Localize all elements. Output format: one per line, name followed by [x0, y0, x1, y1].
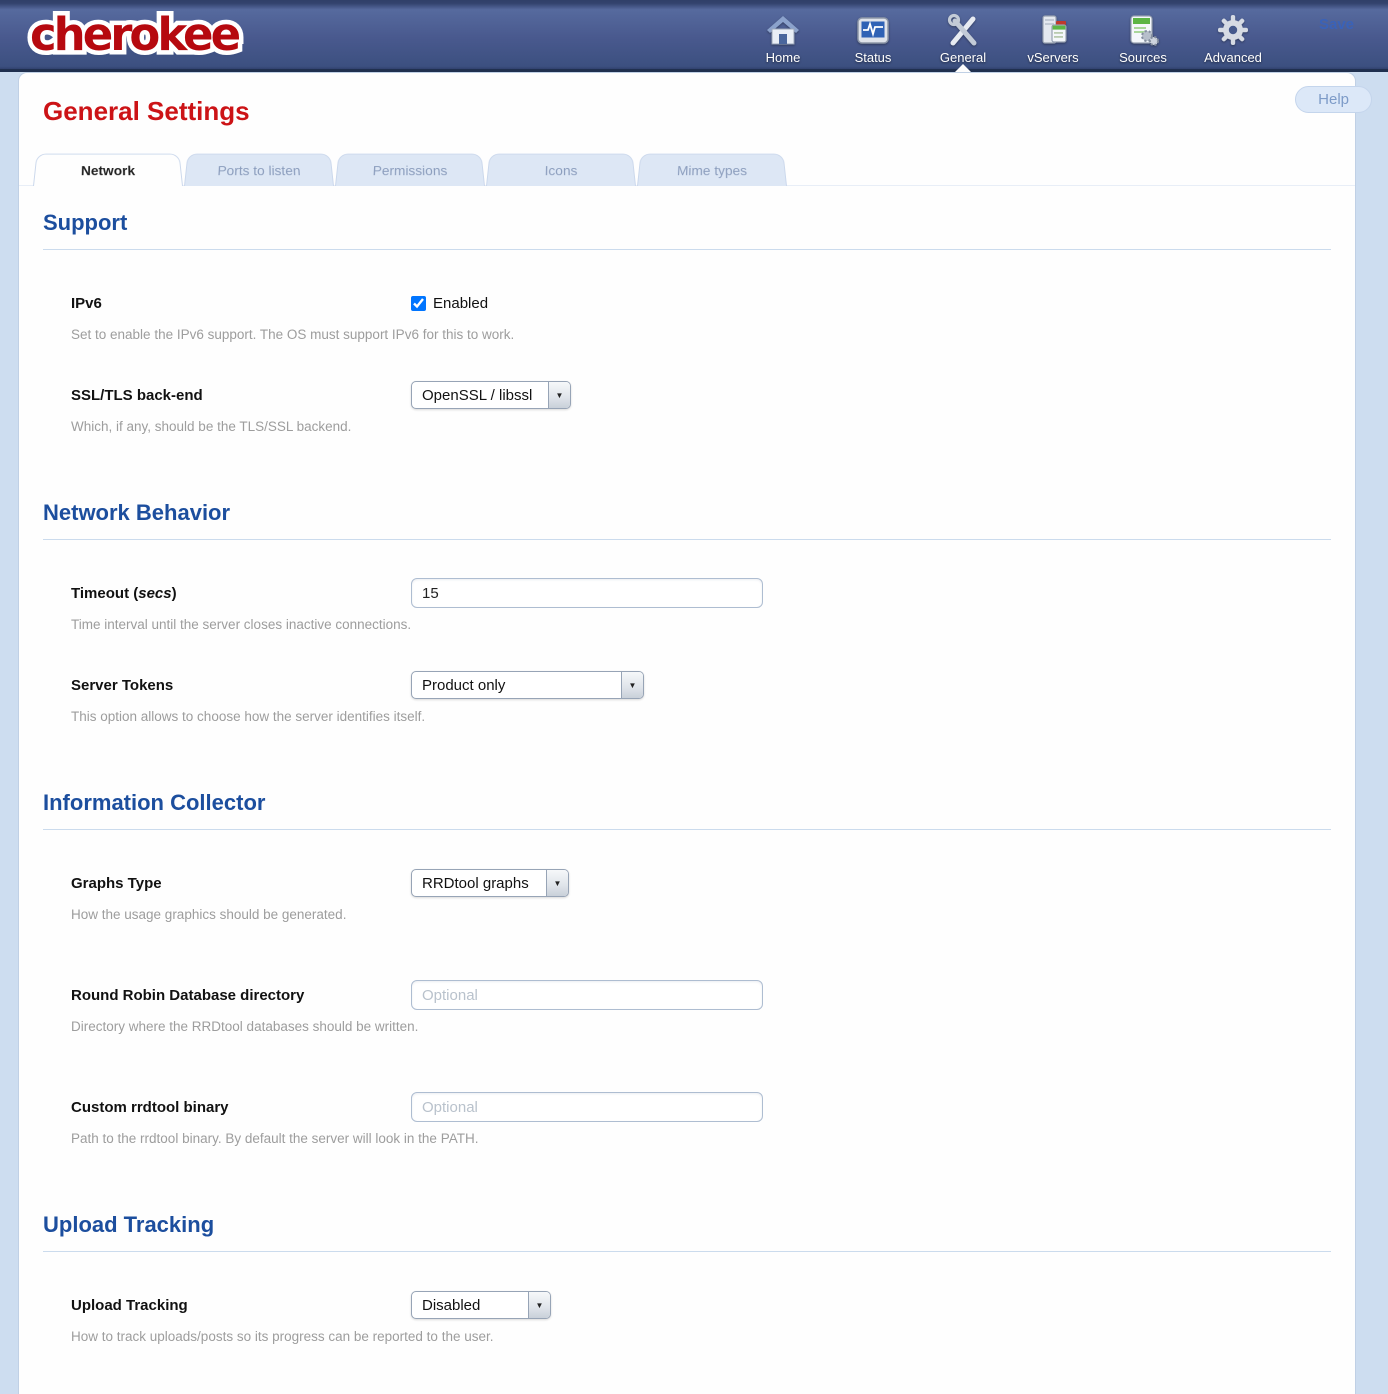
- selected-value: Disabled: [412, 1297, 528, 1314]
- field-label: Server Tokens: [71, 677, 411, 694]
- app-header: cherokee Home Status General: [0, 0, 1388, 72]
- settings-form: Support IPv6 Enabled Set to enable the I…: [19, 210, 1355, 1394]
- label-text-italic: secs: [138, 585, 171, 602]
- nav-item-label: vServers: [1027, 50, 1078, 65]
- ipv6-checkbox[interactable]: [411, 296, 426, 311]
- server-tokens-select[interactable]: Product only ▼: [411, 671, 644, 699]
- tab-network[interactable]: Network: [33, 154, 183, 186]
- tab-mime-types[interactable]: Mime types: [637, 154, 787, 186]
- tab-ports-to-listen[interactable]: Ports to listen: [184, 154, 334, 186]
- section-title-information-collector: Information Collector: [43, 790, 1331, 830]
- content-panel: Help General Settings Network Ports to l…: [18, 72, 1356, 1394]
- field-row-ssl-backend: SSL/TLS back-end OpenSSL / libssl ▼ Whic…: [43, 380, 1331, 434]
- chevron-down-icon: ▼: [548, 382, 570, 408]
- field-label: SSL/TLS back-end: [71, 387, 411, 404]
- field-row-ipv6: IPv6 Enabled Set to enable the IPv6 supp…: [43, 288, 1331, 342]
- chevron-down-icon: ▼: [528, 1292, 550, 1318]
- field-description: Path to the rrdtool binary. By default t…: [71, 1131, 1331, 1146]
- nav-item-label: Advanced: [1204, 50, 1262, 65]
- page-title: General Settings: [19, 73, 1355, 127]
- nav-item-home[interactable]: Home: [738, 0, 828, 69]
- field-row-rrd-directory: Round Robin Database directory Directory…: [43, 980, 1331, 1034]
- chevron-down-icon: ▼: [546, 870, 568, 896]
- field-label: Custom rrdtool binary: [71, 1099, 411, 1116]
- nav-item-label: Home: [766, 50, 801, 65]
- nav-item-label: General: [940, 50, 986, 65]
- nav-item-advanced[interactable]: Advanced: [1188, 0, 1278, 69]
- selected-value: RRDtool graphs: [412, 875, 546, 892]
- save-link[interactable]: Save: [1319, 16, 1354, 33]
- tab-bar: Network Ports to listen Permissions Icon…: [19, 152, 1355, 186]
- vservers-icon: [1035, 13, 1071, 49]
- field-label: IPv6: [71, 295, 411, 312]
- main-nav: Home Status General: [738, 0, 1278, 69]
- help-button[interactable]: Help: [1295, 86, 1372, 113]
- field-label: Round Robin Database directory: [71, 987, 411, 1004]
- nav-item-label: Sources: [1119, 50, 1167, 65]
- rrd-directory-input[interactable]: [411, 980, 763, 1010]
- field-row-timeout: Timeout (secs) Time interval until the s…: [43, 578, 1331, 632]
- tools-icon: [945, 13, 981, 49]
- field-description: How the usage graphics should be generat…: [71, 907, 1331, 922]
- rrdtool-binary-input[interactable]: [411, 1092, 763, 1122]
- section-title-support: Support: [43, 210, 1331, 250]
- section-title-network-behavior: Network Behavior: [43, 500, 1331, 540]
- field-label: Timeout (secs): [71, 585, 411, 602]
- nav-item-status[interactable]: Status: [828, 0, 918, 69]
- field-description: Which, if any, should be the TLS/SSL bac…: [71, 419, 1331, 434]
- home-icon: [765, 13, 801, 49]
- selected-value: OpenSSL / libssl: [412, 387, 548, 404]
- gear-icon: [1215, 13, 1251, 49]
- field-description: Time interval until the server closes in…: [71, 617, 1331, 632]
- field-row-graphs-type: Graphs Type RRDtool graphs ▼ How the usa…: [43, 868, 1331, 922]
- field-description: Directory where the RRDtool databases sh…: [71, 1019, 1331, 1034]
- ipv6-checkbox-label: Enabled: [433, 295, 488, 312]
- graphs-type-select[interactable]: RRDtool graphs ▼: [411, 869, 569, 897]
- nav-item-sources[interactable]: Sources: [1098, 0, 1188, 69]
- section-title-upload-tracking: Upload Tracking: [43, 1212, 1331, 1252]
- tab-permissions[interactable]: Permissions: [335, 154, 485, 186]
- field-description: Set to enable the IPv6 support. The OS m…: [71, 327, 1331, 342]
- nav-item-general[interactable]: General: [918, 0, 1008, 69]
- field-label: Graphs Type: [71, 875, 411, 892]
- chevron-down-icon: ▼: [621, 672, 643, 698]
- label-text: Timeout (: [71, 585, 138, 602]
- upload-tracking-select[interactable]: Disabled ▼: [411, 1291, 551, 1319]
- nav-item-label: Status: [855, 50, 892, 65]
- nav-item-vservers[interactable]: vServers: [1008, 0, 1098, 69]
- field-description: How to track uploads/posts so its progre…: [71, 1329, 1331, 1344]
- label-text: ): [172, 585, 177, 602]
- selected-value: Product only: [412, 677, 621, 694]
- sources-icon: [1125, 13, 1161, 49]
- ssl-backend-select[interactable]: OpenSSL / libssl ▼: [411, 381, 571, 409]
- field-row-server-tokens: Server Tokens Product only ▼ This option…: [43, 670, 1331, 724]
- field-description: This option allows to choose how the ser…: [71, 709, 1331, 724]
- tab-icons[interactable]: Icons: [486, 154, 636, 186]
- field-row-upload-tracking: Upload Tracking Disabled ▼ How to track …: [43, 1290, 1331, 1344]
- status-icon: [855, 13, 891, 49]
- field-row-rrdtool-binary: Custom rrdtool binary Path to the rrdtoo…: [43, 1092, 1331, 1146]
- cherokee-logo: cherokee: [30, 8, 238, 61]
- field-label: Upload Tracking: [71, 1297, 411, 1314]
- timeout-input[interactable]: [411, 578, 763, 608]
